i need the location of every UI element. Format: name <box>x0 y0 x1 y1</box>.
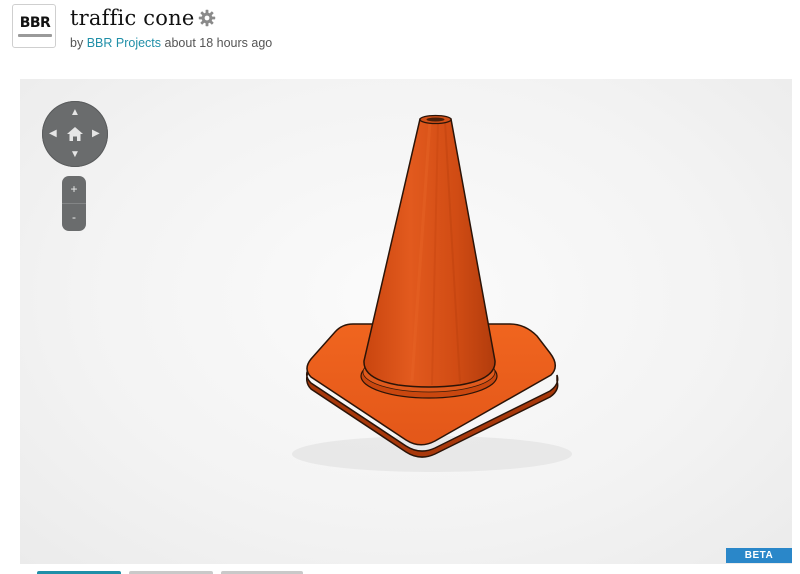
zoom-in-button[interactable]: + <box>62 176 86 204</box>
page-title: traffic cone <box>70 6 195 30</box>
model-header: BBR traffic cone by BBR Projects about 1… <box>12 4 792 64</box>
model-viewer[interactable]: ▲ ◀ ▶ ▼ + - BETA <box>20 79 792 564</box>
title-row: traffic cone <box>70 4 216 32</box>
arrow-down-icon[interactable]: ▼ <box>70 150 80 160</box>
arrow-right-icon[interactable]: ▶ <box>92 129 100 139</box>
traffic-cone-model[interactable] <box>20 79 792 564</box>
zoom-control: + - <box>62 176 86 231</box>
author-avatar[interactable]: BBR <box>12 4 56 48</box>
zoom-out-button[interactable]: - <box>62 204 86 231</box>
author-link[interactable]: BBR Projects <box>87 36 161 50</box>
home-icon[interactable] <box>66 125 84 143</box>
avatar-logo: BBR <box>19 15 51 31</box>
gear-icon[interactable] <box>198 9 216 27</box>
navigation-control[interactable]: ▲ ◀ ▶ ▼ <box>42 101 108 167</box>
avatar-logo-tagline <box>18 34 52 37</box>
arrow-up-icon[interactable]: ▲ <box>70 108 80 118</box>
timestamp: about 18 hours ago <box>164 36 273 50</box>
byline-prefix: by <box>70 36 84 50</box>
byline: by BBR Projects about 18 hours ago <box>70 36 272 50</box>
beta-badge: BETA <box>726 548 792 563</box>
arrow-left-icon[interactable]: ◀ <box>49 129 57 139</box>
